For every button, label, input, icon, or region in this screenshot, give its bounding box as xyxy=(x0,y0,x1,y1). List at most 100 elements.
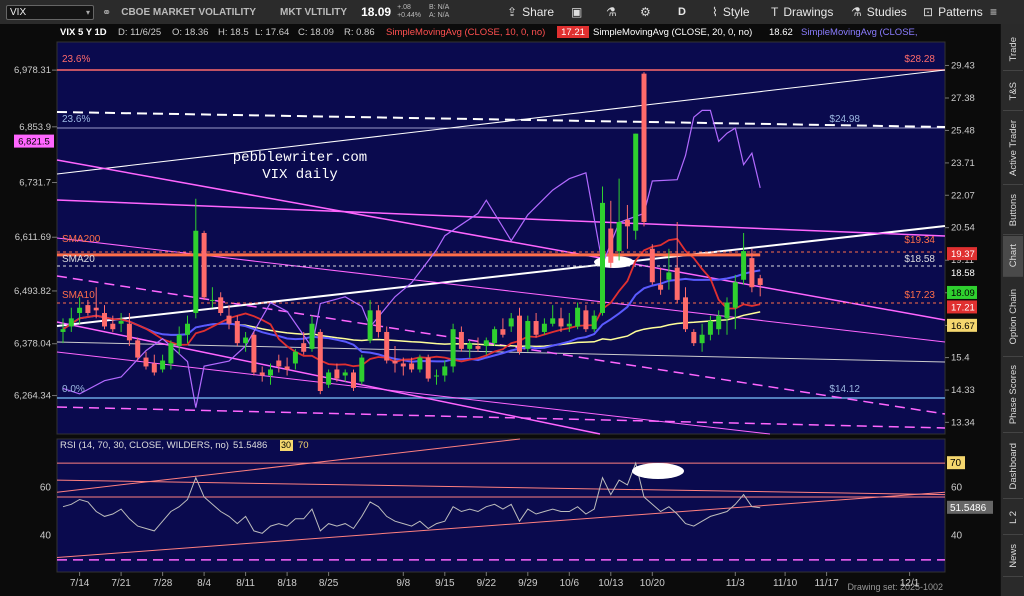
studies-button[interactable]: ⚗ Studies xyxy=(851,3,907,21)
left-axis-tick-label: 6,493.82 xyxy=(14,286,51,297)
sma20-label: SMA20 xyxy=(62,254,95,265)
ask-value: A: N/A xyxy=(429,12,450,19)
rsi-os-value: 70 xyxy=(298,440,309,451)
layout-button[interactable]: ▣ xyxy=(571,3,587,21)
instrument-title: CBOE MARKET VOLATILITY xyxy=(121,6,257,18)
symbol-period: VIX 5 Y 1D xyxy=(60,27,107,38)
candle-body xyxy=(218,297,224,313)
x-axis-tick-label: 11/10 xyxy=(773,578,798,589)
instrument-short-title: MKT VLTILITY xyxy=(280,6,348,18)
x-axis-tick-label: 10/20 xyxy=(640,578,665,589)
candle-body xyxy=(707,321,713,335)
x-axis-tick-label: 7/21 xyxy=(111,578,131,589)
rsi-right-tick-label: 40 xyxy=(951,531,963,542)
share-label: Share xyxy=(522,5,555,19)
candle-body xyxy=(425,357,431,379)
candle-body xyxy=(434,375,439,377)
style-icon: ⌇ xyxy=(712,5,718,19)
candle xyxy=(492,326,498,347)
candle-body xyxy=(666,272,672,280)
candle xyxy=(425,354,431,382)
studies-icon: ⚗ xyxy=(851,5,862,19)
candle-body xyxy=(541,323,547,332)
candle-body xyxy=(118,321,124,324)
left-axis-tick-label: 6,378.04 xyxy=(14,339,51,350)
candle-body xyxy=(176,334,182,347)
left-axis-tick-label: 6,264.34 xyxy=(14,391,51,402)
right-axis-tick-label: 20.54 xyxy=(951,223,975,234)
sma10-study-value: 17.21 xyxy=(561,27,585,38)
symbol-input[interactable]: VIX ▾ xyxy=(6,4,94,20)
candle-body xyxy=(351,372,356,388)
rsi-highlight-ellipse xyxy=(632,463,684,479)
sidebar-tab-label: Option Chain xyxy=(1007,289,1019,345)
candle-body xyxy=(674,267,680,300)
flask-icon: ⚗ xyxy=(606,5,617,19)
candle-body xyxy=(85,305,91,313)
style-button[interactable]: ⌇ Style xyxy=(712,3,750,21)
right-axis-tick-label: 14.33 xyxy=(951,385,975,396)
settings-button[interactable]: ⚙ xyxy=(640,3,656,21)
last-price: 18.09 xyxy=(361,5,392,19)
sidebar-tab-phase-scores[interactable]: Phase Scores xyxy=(1003,358,1023,433)
toolbar: VIX ▾ ⚭ CBOE MARKET VOLATILITY MKT VLTILI… xyxy=(0,0,1024,25)
candle-body xyxy=(243,337,249,344)
sidebar-tab-label: L 2 xyxy=(1007,510,1019,524)
candle-body xyxy=(575,307,581,327)
change-percent: +0.44% xyxy=(397,12,422,19)
candle xyxy=(201,230,207,300)
flask-button[interactable]: ⚗ xyxy=(606,3,622,21)
sidebar-tab-chart[interactable]: Chart xyxy=(1003,236,1023,277)
candle-body xyxy=(616,221,622,252)
candle-body xyxy=(691,331,697,344)
left-axis-tick-label: 6,978.31 xyxy=(14,65,51,76)
x-axis-tick-label: 9/29 xyxy=(518,578,538,589)
candle-body xyxy=(268,369,273,376)
x-axis-tick-label: 8/25 xyxy=(319,578,339,589)
rsi-level-tag-label: 51.5486 xyxy=(950,503,987,514)
patterns-icon: ⊡ xyxy=(923,5,934,19)
left-axis-tick-label: 6,731.7 xyxy=(19,178,51,189)
rsi-left-tick-label: 60 xyxy=(40,482,52,493)
drawing-set-label: Drawing set: 2025-1002 xyxy=(847,582,943,592)
candle-body xyxy=(284,366,290,370)
sma20-study-label: SimpleMovingAvg (CLOSE, 20, 0, no) xyxy=(593,27,752,38)
candle-body xyxy=(550,318,556,324)
candle-body xyxy=(458,331,464,349)
sidebar-tab-trade[interactable]: Trade xyxy=(1003,28,1023,71)
candle-body xyxy=(160,360,166,370)
candle-body xyxy=(591,315,597,330)
candle-body xyxy=(467,343,473,349)
sidebar-tab-t-s[interactable]: T&S xyxy=(1003,72,1023,111)
more-button[interactable]: ≡ xyxy=(990,3,1002,21)
symbol-dropdown-icon[interactable]: ▾ xyxy=(86,8,90,17)
sidebar-tab-active-trader[interactable]: Active Trader xyxy=(1003,112,1023,185)
patterns-button[interactable]: ⊡ Patterns xyxy=(923,3,983,21)
sma200-study-label: SimpleMovingAvg (CLOSE, xyxy=(801,27,918,38)
share-button[interactable]: ⇪ Share xyxy=(507,3,554,21)
link-icon[interactable]: ⚭ xyxy=(102,6,111,19)
sidebar-tab-label: Buttons xyxy=(1007,193,1019,227)
candle xyxy=(600,186,605,316)
candle-body xyxy=(209,299,215,301)
sidebar-tab-dashboard[interactable]: Dashboard xyxy=(1003,434,1023,499)
chart-area[interactable]: 60 60 40 40 70 51.5486 23.6% $28.28 23.6% $24… xyxy=(0,24,1000,596)
right-axis-price-tag-label: 19.37 xyxy=(951,249,975,260)
rsi-study-value: 51.5486 xyxy=(233,440,267,451)
sidebar-tab-l-2[interactable]: L 2 xyxy=(1003,500,1023,535)
candle xyxy=(384,326,390,364)
sidebar-tab-buttons[interactable]: Buttons xyxy=(1003,186,1023,235)
studies-label: Studies xyxy=(866,5,907,19)
candle-body xyxy=(417,357,423,370)
sma200-label: SMA200 xyxy=(62,234,101,245)
drawings-button[interactable]: T Drawings xyxy=(771,3,833,21)
price-header: VIX 5 Y 1D D: 11/6/25 O: 18.36 H: 18.5 L… xyxy=(57,24,945,40)
sidebar-tab-news[interactable]: News xyxy=(1003,536,1023,577)
candle-body xyxy=(251,334,257,373)
candle-body xyxy=(226,315,232,324)
rsi-panel xyxy=(57,439,945,572)
period-button[interactable]: D xyxy=(678,3,686,21)
sidebar-tab-option-chain[interactable]: Option Chain xyxy=(1003,278,1023,357)
rsi-level-tag-label: 70 xyxy=(950,458,962,469)
sidebar-tab-label: News xyxy=(1007,544,1019,568)
